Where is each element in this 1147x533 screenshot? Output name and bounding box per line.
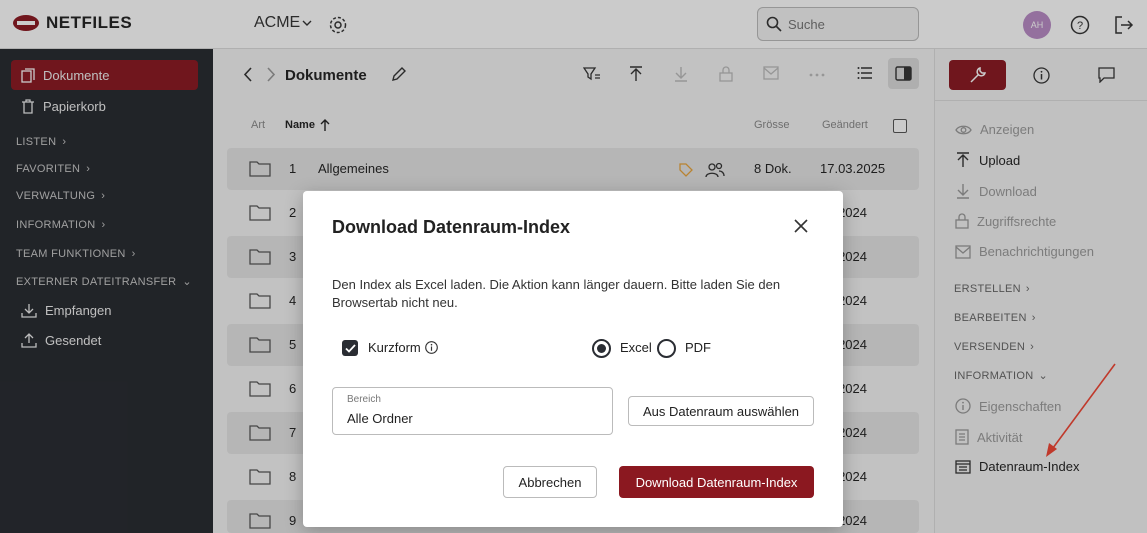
close-icon[interactable] (794, 219, 808, 233)
download-index-dialog: Download Datenraum-Index Den Index als E… (303, 191, 843, 527)
download-index-button[interactable]: Download Datenraum-Index (619, 466, 814, 498)
pdf-radio[interactable] (657, 339, 676, 358)
info-icon[interactable] (424, 341, 438, 354)
pdf-label: PDF (685, 340, 711, 355)
checkbox-label-text: Kurzform (368, 340, 421, 355)
kurzform-checkbox[interactable] (342, 340, 358, 356)
radio-selected-dot (597, 344, 606, 353)
select-from-dataroom-button[interactable]: Aus Datenraum auswählen (628, 396, 814, 426)
excel-label: Excel (620, 340, 652, 355)
scope-field-label: Bereich (347, 394, 381, 405)
kurzform-label: Kurzform (368, 340, 438, 355)
checkmark-icon (344, 343, 356, 353)
scope-field[interactable]: Bereich Alle Ordner (332, 387, 613, 435)
annotation-arrow-icon (1046, 363, 1116, 457)
scope-field-value: Alle Ordner (347, 411, 413, 426)
cancel-button[interactable]: Abbrechen (503, 466, 597, 498)
dialog-title: Download Datenraum-Index (332, 217, 571, 237)
excel-radio[interactable] (592, 339, 611, 358)
dialog-description: Den Index als Excel laden. Die Aktion ka… (332, 277, 781, 310)
